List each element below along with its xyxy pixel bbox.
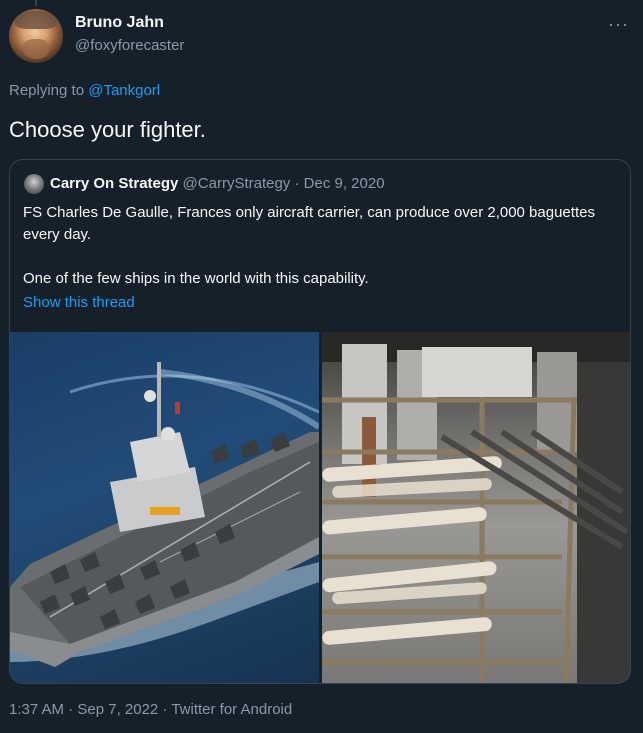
avatar-hair: [15, 11, 57, 29]
thread-connector-line: [35, 0, 37, 6]
author-avatar[interactable]: [9, 9, 63, 63]
baguette-rack-illustration: [322, 332, 630, 683]
avatar-beard: [23, 39, 49, 59]
quoted-tweet-media: [10, 332, 630, 683]
aircraft-carrier-photo[interactable]: [10, 332, 319, 683]
replying-to-prefix: Replying to: [9, 82, 89, 99]
quoted-author-name: Carry On Strategy: [50, 175, 179, 192]
quoted-tweet-line-1: FS Charles De Gaulle, Frances only aircr…: [23, 204, 595, 243]
replying-to: Replying to @Tankgorl: [9, 82, 160, 99]
quoted-author-avatar: [24, 174, 44, 194]
aircraft-carrier-illustration: [10, 362, 319, 667]
author-handle[interactable]: @foxyforecaster: [75, 37, 184, 54]
author-name[interactable]: Bruno Jahn: [75, 14, 164, 32]
quoted-tweet-body: FS Charles De Gaulle, Frances only aircr…: [23, 202, 619, 290]
quoted-tweet-card[interactable]: Carry On Strategy @CarryStrategy · Dec 9…: [9, 159, 631, 684]
quoted-tweet-header: Carry On Strategy @CarryStrategy · Dec 9…: [50, 175, 385, 192]
tweet-text: Choose your fighter.: [9, 117, 206, 142]
tweet-timestamp[interactable]: 1:37 AM · Sep 7, 2022 · Twitter for Andr…: [9, 701, 292, 718]
show-thread-link[interactable]: Show this thread: [23, 294, 135, 311]
baguette-rack-photo[interactable]: [322, 332, 630, 683]
quoted-author-meta: @CarryStrategy · Dec 9, 2020: [178, 175, 385, 192]
quoted-tweet-line-2: One of the few ships in the world with t…: [23, 270, 369, 287]
reply-mention-link[interactable]: @Tankgorl: [88, 82, 160, 99]
more-options-icon[interactable]: ···: [608, 14, 629, 35]
